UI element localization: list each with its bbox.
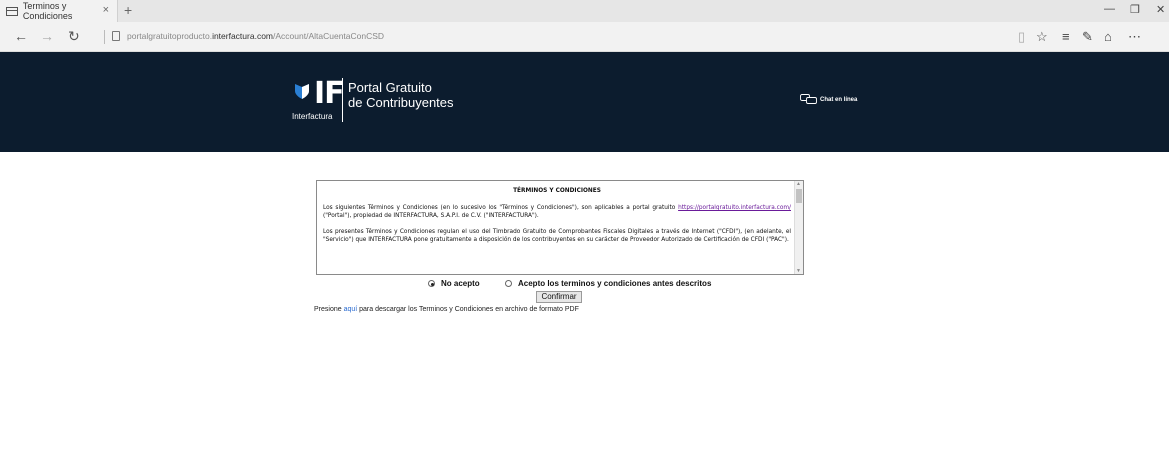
- portal-title: Portal Gratuito de Contribuyentes: [348, 80, 454, 110]
- restore-icon[interactable]: ❐: [1130, 3, 1140, 16]
- divider: [104, 30, 105, 44]
- logo-divider: [342, 78, 343, 122]
- forward-icon[interactable]: →: [40, 28, 54, 44]
- scroll-down-icon[interactable]: ▼: [796, 268, 801, 274]
- address-bar: ← → ↻ portalgratuitoproducto.interfactur…: [0, 22, 1169, 52]
- hub-icon[interactable]: ≡: [1062, 29, 1070, 44]
- confirm-button[interactable]: Confirmar: [536, 291, 582, 303]
- web-note-icon[interactable]: ✎: [1082, 29, 1093, 45]
- logo-if: IF: [314, 76, 345, 111]
- minimize-icon[interactable]: —: [1104, 3, 1115, 15]
- terms-paragraph-2: Los presentes Términos y Condiciones reg…: [323, 229, 791, 243]
- share-icon[interactable]: ⌂: [1104, 29, 1112, 44]
- reject-radio[interactable]: [428, 280, 435, 287]
- accept-radio[interactable]: [505, 280, 512, 287]
- terms-content: TÉRMINOS Y CONDICIONES Los siguientes Té…: [323, 181, 791, 252]
- portal-link[interactable]: https://portalgratuito.interfactura.com/: [678, 205, 791, 211]
- tab-bar: Terminos y Condiciones × + — ❐ ✕: [0, 0, 1169, 22]
- refresh-icon[interactable]: ↻: [68, 28, 80, 45]
- url-field[interactable]: portalgratuitoproducto.interfactura.com/…: [127, 31, 384, 41]
- reject-label: No acepto: [441, 279, 480, 288]
- portal-title-line2: de Contribuyentes: [348, 95, 454, 110]
- page-icon: [6, 6, 18, 16]
- chat-bubbles-icon: [800, 94, 817, 104]
- chat-label: Chat en línea: [820, 96, 858, 103]
- interfactura-logo[interactable]: IF Interfactura Portal Gratuito de Contr…: [292, 74, 472, 124]
- back-icon[interactable]: ←: [14, 28, 28, 44]
- terms-scrollbox[interactable]: TÉRMINOS Y CONDICIONES Los siguientes Té…: [316, 180, 804, 275]
- chat-link[interactable]: Chat en línea: [800, 94, 857, 105]
- terms-paragraph-1: Los siguientes Términos y Condiciones (e…: [323, 205, 791, 219]
- portal-title-line1: Portal Gratuito: [348, 80, 432, 95]
- scroll-up-icon[interactable]: ▲: [796, 181, 801, 187]
- download-pdf-link[interactable]: aquí: [344, 306, 358, 313]
- close-tab-icon[interactable]: ×: [103, 4, 109, 16]
- more-icon[interactable]: ⋯: [1128, 29, 1141, 45]
- new-tab-button[interactable]: +: [124, 2, 132, 18]
- terms-scrollbar[interactable]: ▲ ▼: [794, 181, 803, 274]
- logo-heart-icon: [295, 84, 309, 99]
- accept-label: Acepto los terminos y condiciones antes …: [518, 279, 712, 288]
- terms-title: TÉRMINOS Y CONDICIONES: [513, 188, 601, 194]
- page-info-icon[interactable]: [112, 31, 120, 41]
- favorite-star-icon[interactable]: ☆: [1036, 29, 1048, 45]
- browser-tab[interactable]: Terminos y Condiciones ×: [0, 0, 118, 22]
- option-reject[interactable]: No acepto: [428, 279, 480, 288]
- close-window-icon[interactable]: ✕: [1156, 3, 1165, 16]
- option-accept[interactable]: Acepto los terminos y condiciones antes …: [505, 279, 711, 288]
- logo-subtitle: Interfactura: [292, 112, 333, 121]
- download-instruction: Presione aquí para descargar los Termino…: [314, 306, 579, 313]
- reading-view-icon[interactable]: ▯: [1018, 29, 1025, 45]
- site-header: IF Interfactura Portal Gratuito de Contr…: [0, 52, 1169, 152]
- scroll-thumb[interactable]: [796, 189, 802, 203]
